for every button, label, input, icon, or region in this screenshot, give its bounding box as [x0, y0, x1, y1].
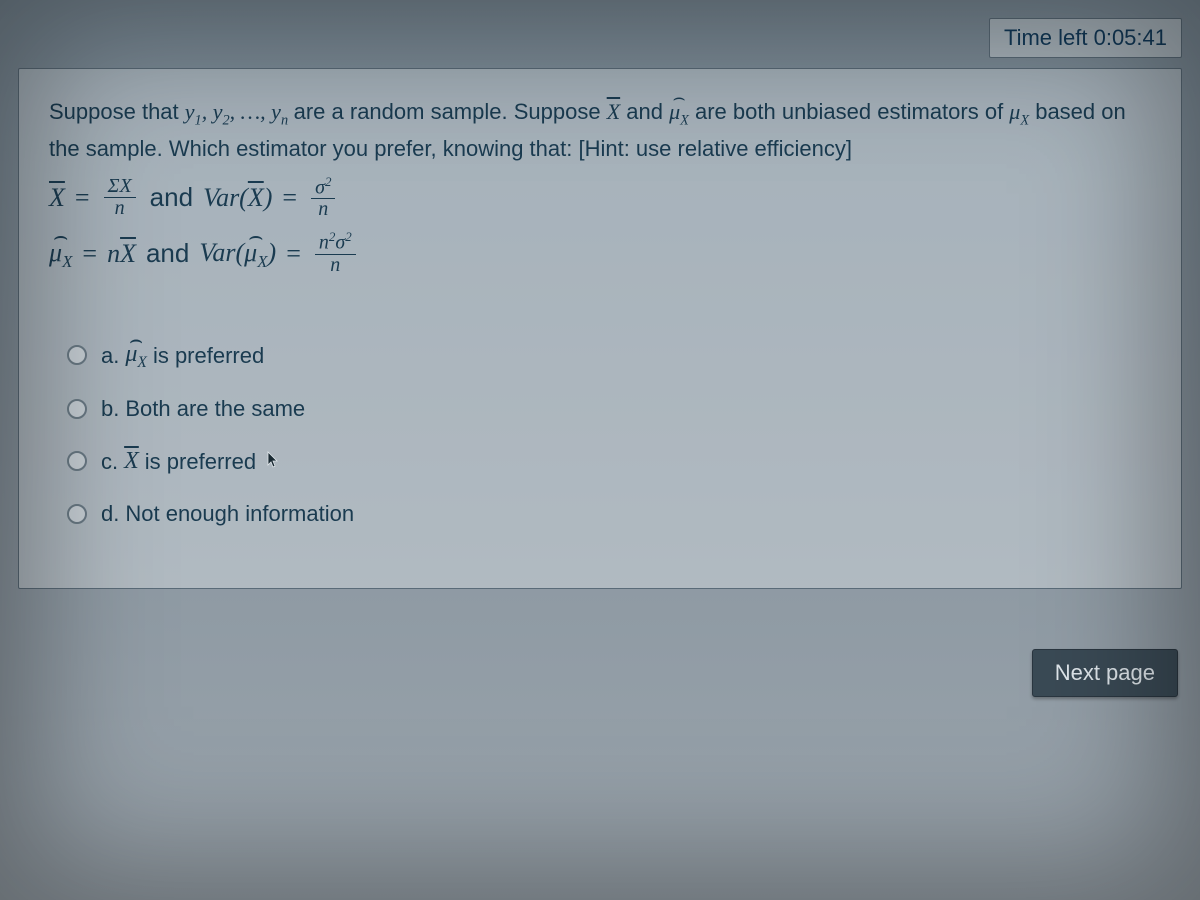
mouse-cursor-icon: [266, 445, 280, 478]
time-left-box: Time left 0:05:41: [989, 18, 1182, 58]
question-box: Suppose that y1, y2, …, yn are a random …: [18, 68, 1182, 589]
answer-letter: a.: [101, 339, 119, 372]
equation-1: X = ΣX n and Var(X) = σ2 n: [49, 175, 1151, 221]
equation-2: μX = nX and Var(μX) = n2σ2 n: [49, 230, 1151, 276]
radio-icon[interactable]: [67, 504, 87, 524]
answer-option-c[interactable]: c. X is preferred: [67, 443, 1151, 479]
quiz-page: Time left 0:05:41 Suppose that y1, y2, ……: [0, 0, 1200, 697]
answer-option-d[interactable]: d. Not enough information: [67, 497, 1151, 530]
radio-icon[interactable]: [67, 451, 87, 471]
radio-icon[interactable]: [67, 399, 87, 419]
answer-text-c: is preferred: [145, 445, 256, 478]
question-stem: Suppose that y1, y2, …, yn are a random …: [49, 95, 1151, 165]
answer-list: a. μX is preferred b. Both are the same …: [49, 336, 1151, 530]
answer-text-a: is preferred: [153, 339, 264, 372]
stem-text: and: [626, 99, 669, 124]
stem-text: are both unbiased estimators of: [695, 99, 1009, 124]
next-page-button[interactable]: Next page: [1032, 649, 1178, 697]
timer-row: Time left 0:05:41: [18, 18, 1182, 58]
answer-letter: d.: [101, 497, 119, 530]
radio-icon[interactable]: [67, 345, 87, 365]
stem-text: are a random sample. Suppose: [294, 99, 607, 124]
answer-option-b[interactable]: b. Both are the same: [67, 392, 1151, 425]
answer-letter: b.: [101, 392, 119, 425]
bottom-bar: Next page: [18, 649, 1182, 697]
answer-text-b: Both are the same: [125, 392, 305, 425]
answer-text-d: Not enough information: [125, 497, 354, 530]
stem-text: Suppose that: [49, 99, 185, 124]
answer-option-a[interactable]: a. μX is preferred: [67, 336, 1151, 374]
answer-letter: c.: [101, 445, 118, 478]
